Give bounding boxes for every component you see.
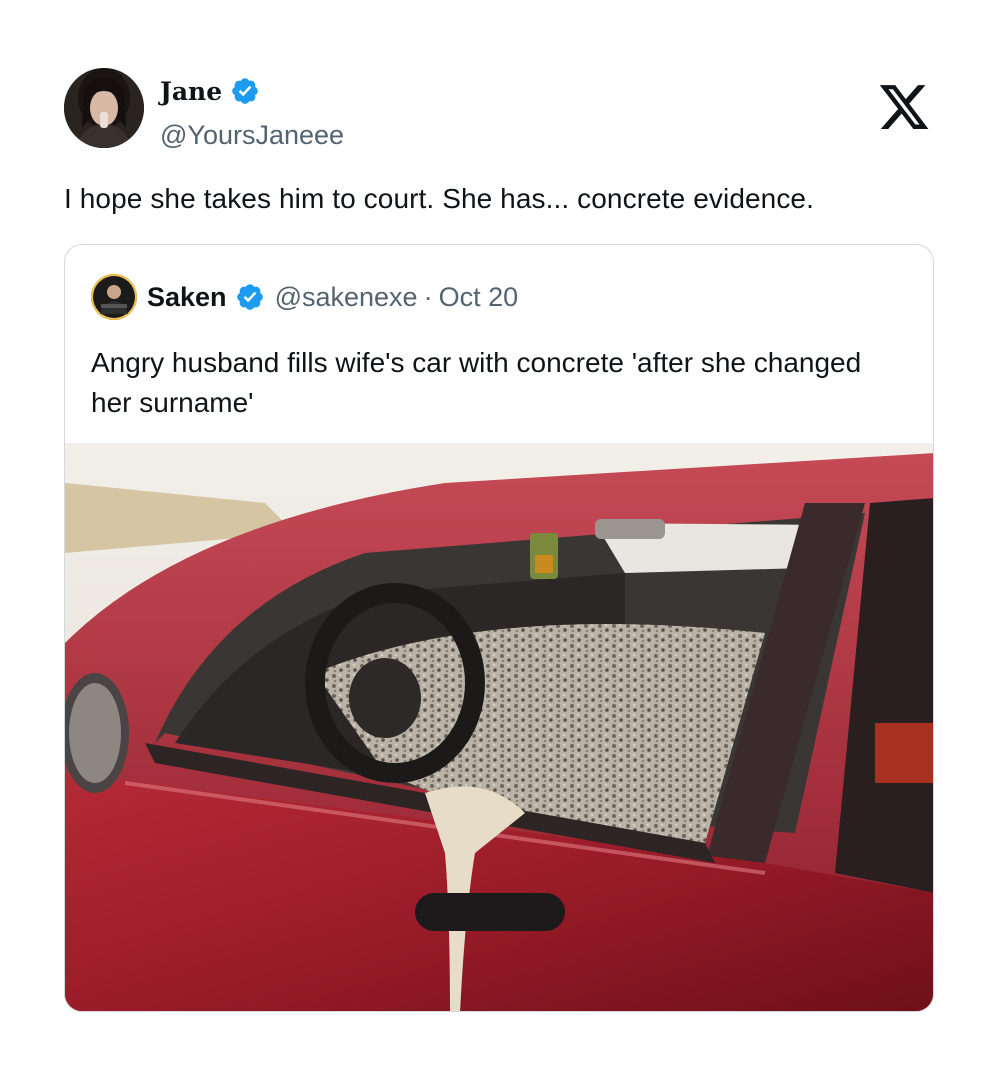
quoted-tweet-text: Angry husband fills wife's car with conc…	[91, 347, 862, 418]
x-logo-icon[interactable]	[876, 80, 932, 134]
verified-badge-icon	[236, 284, 263, 310]
author-name-row: Jane	[160, 76, 260, 106]
verified-badge-icon	[232, 78, 258, 104]
author-handle[interactable]: @YoursJaneee	[160, 120, 344, 151]
quoted-author-name[interactable]: Saken	[147, 282, 227, 313]
quoted-tweet-header: Saken @sakenexe · Oct 20	[91, 273, 518, 321]
author-name[interactable]: Jane	[160, 77, 222, 106]
quoted-tweet-photo[interactable]	[65, 443, 934, 1012]
tweet-header: Jane @YoursJaneee	[64, 68, 944, 152]
quoted-tweet-card[interactable]: Saken @sakenexe · Oct 20 Angry husband f…	[64, 244, 934, 1012]
quoted-tweet-date[interactable]: Oct 20	[439, 282, 519, 313]
author-avatar[interactable]	[64, 68, 144, 148]
quoted-author-avatar[interactable]	[91, 274, 137, 320]
meta-separator: ·	[423, 281, 433, 312]
tweet-text: I hope she takes him to court. She has..…	[64, 183, 814, 214]
quoted-author-handle[interactable]: @sakenexe	[275, 282, 418, 313]
